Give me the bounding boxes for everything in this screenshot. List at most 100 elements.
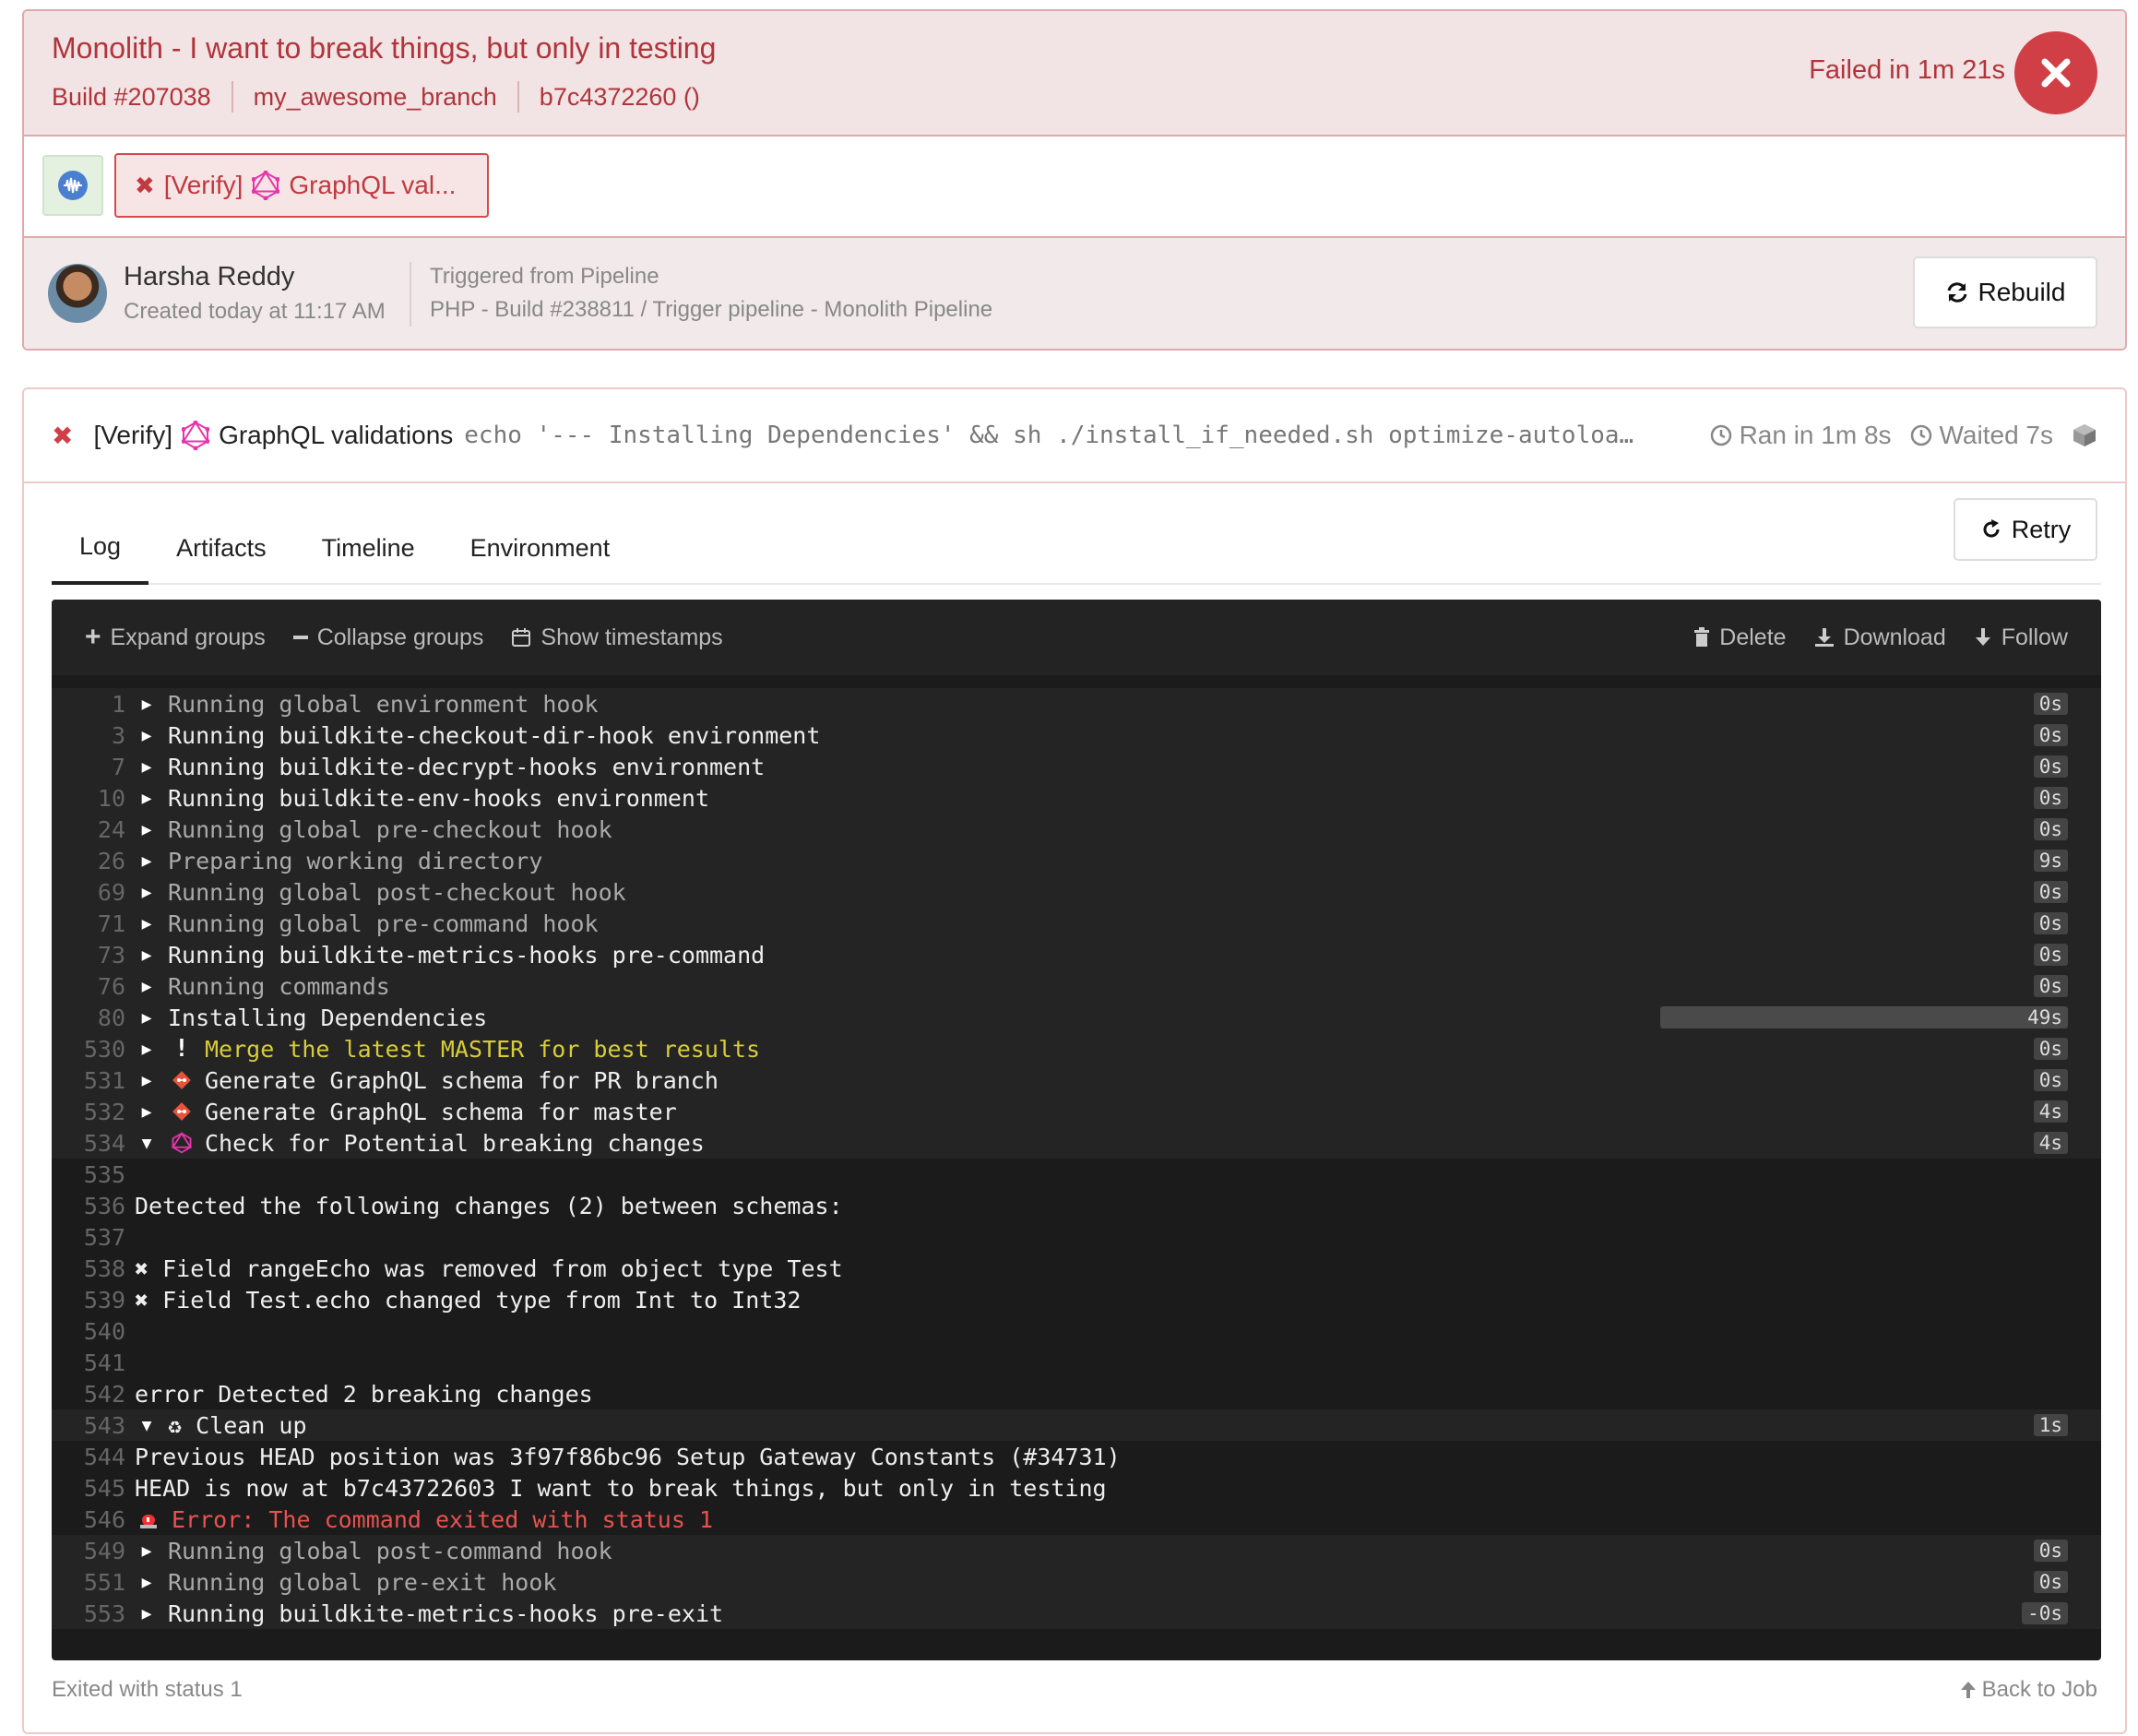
build-card: Monolith - I want to break things, but o… [22,9,2127,351]
line-number[interactable]: 26 [52,848,125,874]
follow-label: Follow [2001,624,2068,650]
caret-right-icon[interactable]: ▶ [135,1604,159,1623]
line-number[interactable]: 532 [52,1099,125,1125]
line-number[interactable]: 534 [52,1130,125,1157]
line-number[interactable]: 545 [52,1475,125,1502]
caret-right-icon[interactable]: ▶ [135,1541,159,1561]
caret-right-icon[interactable]: ▶ [135,914,159,933]
log-group-line[interactable]: 553 ▶ Running buildkite-metrics-hooks pre-… [52,1598,2101,1629]
agent-cube-icon[interactable] [2072,422,2097,448]
log-group-line[interactable]: 73 ▶ Running buildkite-metrics-hooks pre-c… [52,939,2101,970]
line-number[interactable]: 536 [52,1193,125,1219]
log-group-line[interactable]: 69 ▶ Running global post-checkout hook 0s [52,876,2101,908]
log-group-line[interactable]: 71 ▶ Running global pre-command hook 0s [52,908,2101,939]
caret-right-icon[interactable]: ▶ [135,1040,159,1059]
line-number[interactable]: 544 [52,1444,125,1470]
log-group-line[interactable]: 80 ▶ Installing Dependencies 49s [52,1002,2101,1033]
line-number[interactable]: 3 [52,722,125,749]
log-line: 535 [52,1159,2101,1190]
line-number[interactable]: 553 [52,1600,125,1627]
log-line: 542 error Detected 2 breaking changes [52,1378,2101,1409]
duration-badge: 0s [2033,818,2068,840]
collapse-groups-button[interactable]: Collapse groups [292,624,483,651]
line-number[interactable]: 80 [52,1005,125,1031]
log-group-line[interactable]: 551 ▶ Running global pre-exit hook 0s [52,1566,2101,1598]
log-group-line[interactable]: 1 ▶ Running global environment hook 0s [52,688,2101,719]
caret-right-icon[interactable]: ▶ [135,945,159,965]
log-group-line[interactable]: 549 ▶ Running global post-command hook 0s [52,1535,2101,1566]
line-number[interactable]: 551 [52,1569,125,1596]
build-branch[interactable]: my_awesome_branch [254,83,497,112]
caret-right-icon[interactable]: ▶ [135,977,159,996]
log-group-line[interactable]: 531 ▶ Generate GraphQL schema for PR branc… [52,1064,2101,1096]
trigger-link[interactable]: PHP - Build #238811 / Trigger pipeline -… [430,297,992,323]
show-timestamps-button[interactable]: Show timestamps [511,624,723,651]
log-group-line[interactable]: 76 ▶ Running commands 0s [52,970,2101,1002]
pipeline-waveform-icon[interactable] [42,155,103,216]
duration-badge: 0s [2033,912,2068,934]
caret-right-icon[interactable]: ▶ [135,757,159,777]
log-text: Installing Dependencies [168,1004,488,1031]
show-timestamps-label: Show timestamps [540,624,723,650]
line-number[interactable]: 546 [52,1506,125,1533]
build-commit[interactable]: b7c4372260 () [540,83,700,112]
caret-right-icon[interactable]: ▶ [135,820,159,839]
line-number[interactable]: 538 [52,1255,125,1282]
caret-down-icon[interactable]: ▼ [135,1134,159,1153]
tab-timeline[interactable]: Timeline [294,511,443,585]
line-number[interactable]: 543 [52,1412,125,1439]
job-pill-graphql[interactable]: ✖ [Verify] GraphQL val... [114,153,489,218]
caret-right-icon[interactable]: ▶ [135,883,159,902]
log-group-line[interactable]: 3 ▶ Running buildkite-checkout-dir-hook en… [52,719,2101,751]
log-group-line[interactable]: 532 ▶ Generate GraphQL schema for master 4s [52,1096,2101,1127]
download-log-button[interactable]: Download [1814,624,1946,651]
siren-icon [135,1509,162,1529]
log-group-line[interactable]: 534 ▼ Check for Potential breaking changes… [52,1127,2101,1159]
log-group-line[interactable]: 543 ▼ ♻ Clean up 1s [52,1409,2101,1441]
caret-right-icon[interactable]: ▶ [135,789,159,808]
line-number[interactable]: 535 [52,1161,125,1188]
log-group-line[interactable]: 26 ▶ Preparing working directory 9s [52,845,2101,876]
line-number[interactable]: 24 [52,816,125,843]
delete-log-button[interactable]: Delete [1693,624,1787,651]
caret-right-icon[interactable]: ▶ [135,1573,159,1592]
line-number[interactable]: 1 [52,691,125,718]
job-header[interactable]: ✖ [Verify] GraphQL validations echo '---… [24,389,2125,483]
caret-right-icon[interactable]: ▶ [135,695,159,714]
line-number[interactable]: 539 [52,1287,125,1314]
caret-right-icon[interactable]: ▶ [135,1071,159,1090]
tab-environment[interactable]: Environment [443,511,638,585]
caret-right-icon[interactable]: ▶ [135,726,159,745]
log-group-line[interactable]: 10 ▶ Running buildkite-env-hooks environme… [52,782,2101,814]
caret-right-icon[interactable]: ▶ [135,851,159,871]
line-number[interactable]: 542 [52,1381,125,1408]
expand-groups-button[interactable]: + Expand groups [85,622,266,653]
line-number[interactable]: 69 [52,879,125,906]
log-group-line[interactable]: 24 ▶ Running global pre-checkout hook 0s [52,814,2101,845]
caret-right-icon[interactable]: ▶ [135,1102,159,1122]
line-number[interactable]: 541 [52,1350,125,1376]
line-number[interactable]: 7 [52,754,125,780]
log-group-line[interactable]: 7 ▶ Running buildkite-decrypt-hooks enviro… [52,751,2101,782]
follow-log-button[interactable]: Follow [1974,624,2068,651]
build-number[interactable]: Build #207038 [52,83,211,112]
log-group-line[interactable]: 530 ▶! Merge the latest MASTER for best re… [52,1033,2101,1064]
line-number[interactable]: 10 [52,785,125,812]
retry-button[interactable]: Retry [1954,498,2097,561]
build-title[interactable]: Monolith - I want to break things, but o… [52,31,716,65]
line-number[interactable]: 549 [52,1538,125,1564]
back-to-job-link[interactable]: Back to Job [1960,1677,2097,1703]
line-number[interactable]: 531 [52,1067,125,1094]
line-number[interactable]: 530 [52,1036,125,1063]
line-number[interactable]: 71 [52,910,125,937]
line-number[interactable]: 73 [52,942,125,969]
line-number[interactable]: 540 [52,1318,125,1345]
tab-log[interactable]: Log [52,511,149,585]
line-number[interactable]: 537 [52,1224,125,1251]
rebuild-button[interactable]: Rebuild [1913,256,2097,328]
caret-right-icon[interactable]: ▶ [135,1008,159,1028]
line-number[interactable]: 76 [52,973,125,1000]
caret-down-icon[interactable]: ▼ [135,1416,159,1435]
log-text: Previous HEAD position was 3f97f86bc96 S… [135,1443,1121,1470]
tab-artifacts[interactable]: Artifacts [148,511,294,585]
